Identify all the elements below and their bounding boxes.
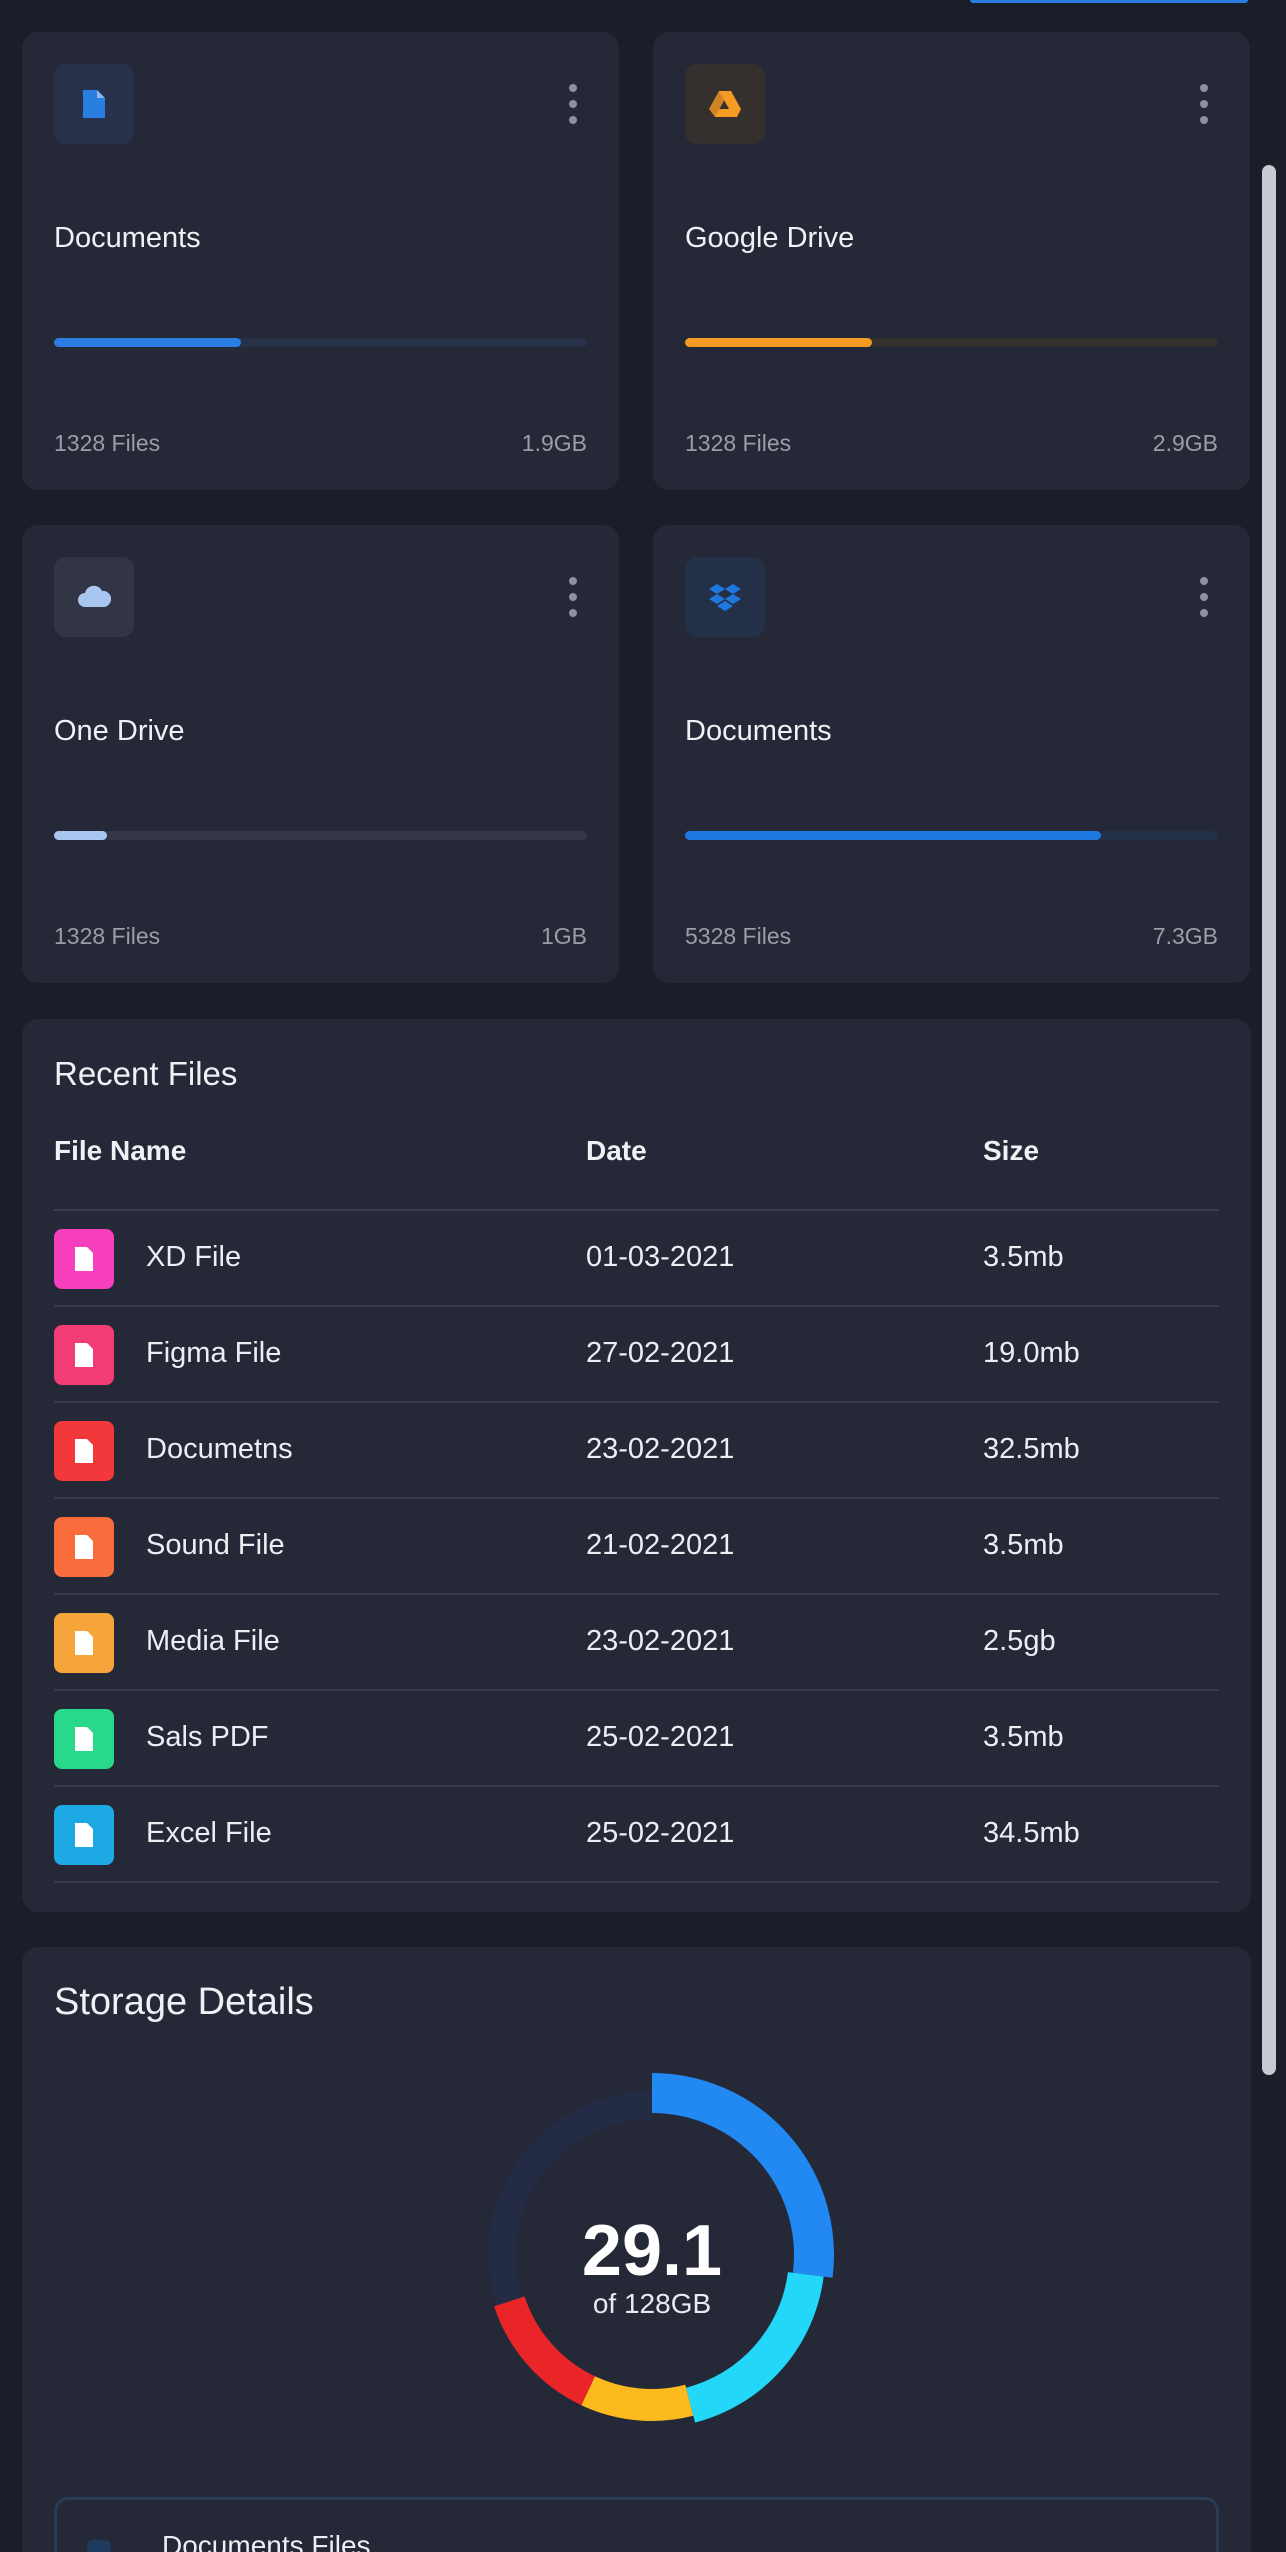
storage-progress-fill xyxy=(54,831,108,840)
recent-files-card: Recent Files File Name Date Size XD File… xyxy=(22,1019,1251,1912)
file-name[interactable]: XD File xyxy=(146,1241,241,1274)
table-row[interactable]: Sound File 21-02-2021 3.5mb xyxy=(54,1499,1219,1595)
storage-progress-fill xyxy=(54,338,241,347)
storage-file-count: 1328 Files xyxy=(54,430,161,456)
storage-total-label: of 128GB xyxy=(593,2288,711,2319)
storage-progress-bar xyxy=(685,338,1218,347)
storage-card-title: Google Drive xyxy=(685,222,855,254)
sound-icon xyxy=(54,1517,114,1577)
storage-progress-bar xyxy=(54,338,587,347)
file-date: 27-02-2021 xyxy=(586,1337,735,1369)
file-date: 01-03-2021 xyxy=(586,1241,735,1273)
donut-segment xyxy=(494,2296,596,2406)
storage-progress-bar xyxy=(54,831,587,840)
more-options-icon[interactable] xyxy=(567,577,579,617)
dropbox-icon xyxy=(685,557,765,637)
storage-used-value: 29.1 xyxy=(582,2211,722,2291)
table-row[interactable]: Sals PDF 25-02-2021 3.5mb xyxy=(54,1691,1219,1787)
column-header-date[interactable]: Date xyxy=(586,1135,647,1167)
file-name[interactable]: Media File xyxy=(146,1625,280,1658)
storage-size: 7.3GB xyxy=(1152,923,1218,949)
file-size: 19.0mb xyxy=(983,1337,1080,1369)
table-row[interactable]: Figma File 27-02-2021 19.0mb xyxy=(54,1307,1219,1403)
file-size: 3.5mb xyxy=(983,1241,1064,1273)
column-header-size[interactable]: Size xyxy=(983,1135,1039,1167)
pdf-icon xyxy=(54,1709,114,1769)
document-icon xyxy=(54,1421,114,1481)
storage-size: 2.9GB xyxy=(1152,430,1218,456)
file-name[interactable]: Excel File xyxy=(146,1817,272,1850)
storage-details-card: Storage Details 29.1 of 128GB Documents … xyxy=(22,1947,1251,2552)
storage-donut-chart: 29.1 of 128GB xyxy=(488,2073,834,2423)
file-size: 34.5mb xyxy=(983,1817,1080,1849)
more-options-icon[interactable] xyxy=(567,84,579,124)
top-accent-bar xyxy=(970,0,1248,3)
google-drive-icon xyxy=(685,64,765,144)
storage-details-title: Storage Details xyxy=(54,1981,314,2023)
storage-card[interactable]: One Drive 1328 Files 1GB xyxy=(22,525,619,983)
donut-segment xyxy=(581,2376,694,2421)
file-date: 25-02-2021 xyxy=(586,1817,735,1849)
table-row[interactable]: Media File 23-02-2021 2.5gb xyxy=(54,1595,1219,1691)
xd-file-icon xyxy=(54,1229,114,1289)
storage-card[interactable]: Documents 1328 Files 1.9GB xyxy=(22,32,619,490)
storage-size: 1GB xyxy=(540,923,587,949)
legend-item-documents[interactable]: Documents Files xyxy=(54,2497,1219,2552)
file-name[interactable]: Sound File xyxy=(146,1529,285,1562)
storage-card-title: Documents xyxy=(685,715,832,747)
file-size: 2.5gb xyxy=(983,1625,1056,1657)
document-icon xyxy=(54,64,134,144)
storage-file-count: 1328 Files xyxy=(54,923,161,949)
storage-progress-bar xyxy=(685,831,1218,840)
table-row[interactable]: Excel File 25-02-2021 34.5mb xyxy=(54,1787,1219,1883)
file-size: 32.5mb xyxy=(983,1433,1080,1465)
storage-progress-fill xyxy=(685,831,1101,840)
file-date: 23-02-2021 xyxy=(586,1433,735,1465)
page-scrollbar[interactable] xyxy=(1262,165,1276,2075)
table-row[interactable]: Documetns 23-02-2021 32.5mb xyxy=(54,1403,1219,1499)
media-icon xyxy=(54,1613,114,1673)
legend-item-label: Documents Files xyxy=(162,2530,371,2552)
storage-progress-fill xyxy=(685,338,872,347)
file-size: 3.5mb xyxy=(983,1529,1064,1561)
more-options-icon[interactable] xyxy=(1198,84,1210,124)
storage-file-count: 5328 Files xyxy=(685,923,792,949)
file-name[interactable]: Figma File xyxy=(146,1337,281,1370)
file-size: 3.5mb xyxy=(983,1721,1064,1753)
recent-files-title: Recent Files xyxy=(54,1055,238,1092)
figma-icon xyxy=(54,1325,114,1385)
excel-icon xyxy=(54,1805,114,1865)
file-name[interactable]: Sals PDF xyxy=(146,1721,268,1754)
more-options-icon[interactable] xyxy=(1198,577,1210,617)
file-date: 23-02-2021 xyxy=(586,1625,735,1657)
storage-card[interactable]: Documents 5328 Files 7.3GB xyxy=(653,525,1250,983)
file-date: 25-02-2021 xyxy=(586,1721,735,1753)
column-header-file-name[interactable]: File Name xyxy=(54,1135,186,1167)
storage-file-count: 1328 Files xyxy=(685,430,792,456)
file-date: 21-02-2021 xyxy=(586,1529,735,1561)
storage-size: 1.9GB xyxy=(521,430,587,456)
document-icon xyxy=(87,2540,111,2552)
cloud-icon xyxy=(54,557,134,637)
storage-card-title: Documents xyxy=(54,222,201,254)
table-row[interactable]: XD File 01-03-2021 3.5mb xyxy=(54,1211,1219,1307)
file-name[interactable]: Documetns xyxy=(146,1433,293,1466)
storage-card-title: One Drive xyxy=(54,715,185,747)
storage-card[interactable]: Google Drive 1328 Files 2.9GB xyxy=(653,32,1250,490)
